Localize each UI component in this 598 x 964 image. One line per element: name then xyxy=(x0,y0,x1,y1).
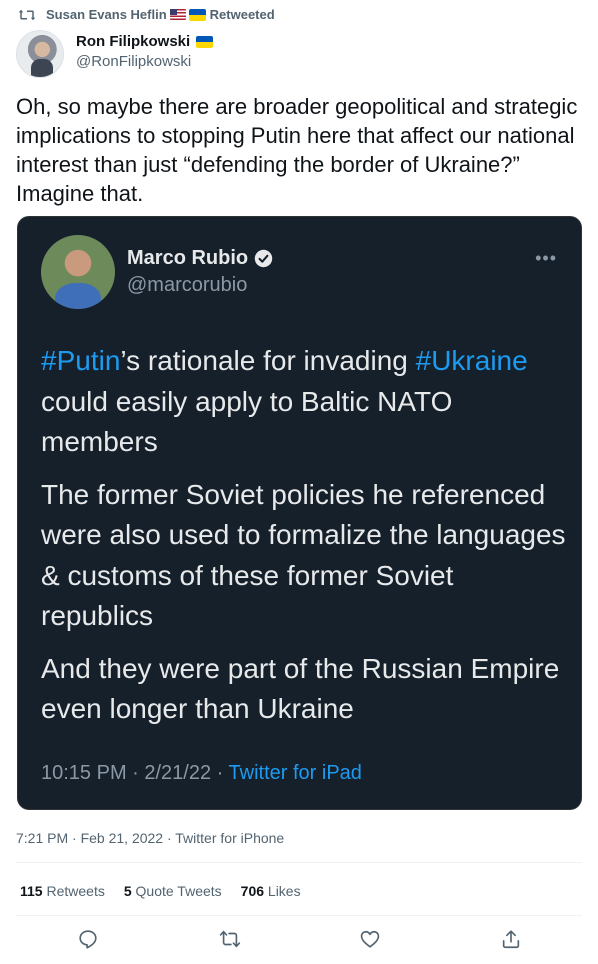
like-button[interactable] xyxy=(359,928,381,950)
quote-tweets-stat[interactable]: 5 Quote Tweets xyxy=(124,883,222,899)
quoted-timestamp: 10:15 PM · 2/21/22 · xyxy=(41,762,229,784)
divider xyxy=(16,915,582,916)
tweet-timestamp[interactable]: 7:21 PM · Feb 21, 2022 · Twitter for iPh… xyxy=(16,830,284,846)
heart-icon xyxy=(360,930,380,948)
retweets-label: Retweets xyxy=(42,883,105,899)
quoted-tweet-meta: 10:15 PM · 2/21/22 · Twitter for iPad xyxy=(41,762,362,785)
share-icon xyxy=(502,930,520,949)
tweet-author[interactable]: Ron Filipkowski @RonFilipkowski xyxy=(16,30,217,78)
likes-count: 706 xyxy=(240,883,265,899)
share-button[interactable] xyxy=(500,928,522,950)
verified-badge-icon xyxy=(254,249,273,268)
retweet-button[interactable] xyxy=(219,928,241,950)
tweet-text: Oh, so maybe there are broader geopoliti… xyxy=(16,94,578,206)
retweeted-by-bar[interactable]: Susan Evans Heflin Retweeted xyxy=(18,7,275,22)
more-options-icon: ••• xyxy=(535,248,557,268)
ukraine-flag-icon xyxy=(188,8,206,21)
tweet-stats: 115 Retweets 5 Quote Tweets 706 Likes xyxy=(20,883,320,899)
divider xyxy=(16,862,582,863)
reply-icon xyxy=(79,930,97,949)
quoted-paragraph-3: And they were part of the Russian Empire… xyxy=(41,652,560,725)
retweet-icon xyxy=(18,9,36,20)
quoted-text-segment: could easily apply to Baltic NATO member… xyxy=(41,385,453,458)
quote-tweets-label: Quote Tweets xyxy=(131,883,222,899)
quoted-author-handle: @marcorubio xyxy=(127,274,248,296)
retweets-stat[interactable]: 115 Retweets xyxy=(20,883,105,899)
ukraine-flag-icon xyxy=(196,35,214,48)
quoted-text-segment: ’s rationale for invading xyxy=(120,345,416,376)
quoted-tweet-body: #Putin’s rationale for invading #Ukraine… xyxy=(41,341,571,742)
author-name[interactable]: Ron Filipkowski xyxy=(76,33,190,50)
quoted-author-name: Marco Rubio xyxy=(127,247,249,269)
retweeted-label: Retweeted xyxy=(209,7,275,22)
quoted-tweet-image[interactable]: Marco Rubio @marcorubio ••• #Putin’s rat… xyxy=(17,216,582,810)
quoted-paragraph-1: #Putin’s rationale for invading #Ukraine… xyxy=(41,341,571,463)
retweets-count: 115 xyxy=(20,883,43,899)
likes-stat[interactable]: 706 Likes xyxy=(241,883,301,899)
hashtag-ukraine: #Ukraine xyxy=(415,345,528,376)
quoted-source: Twitter for iPad xyxy=(228,762,362,784)
quoted-paragraph-2: The former Soviet policies he referenced… xyxy=(41,478,566,632)
hashtag-putin: #Putin xyxy=(41,345,121,376)
tweet-action-bar xyxy=(0,928,598,954)
retweeter-name[interactable]: Susan Evans Heflin xyxy=(46,7,167,22)
quoted-author-avatar xyxy=(41,235,115,309)
us-flag-icon xyxy=(169,9,186,20)
author-handle[interactable]: @RonFilipkowski xyxy=(76,53,217,70)
retweet-icon xyxy=(219,930,241,948)
likes-label: Likes xyxy=(264,883,301,899)
quote-tweets-count: 5 xyxy=(123,883,132,899)
reply-button[interactable] xyxy=(77,928,99,950)
author-avatar[interactable] xyxy=(16,30,64,78)
